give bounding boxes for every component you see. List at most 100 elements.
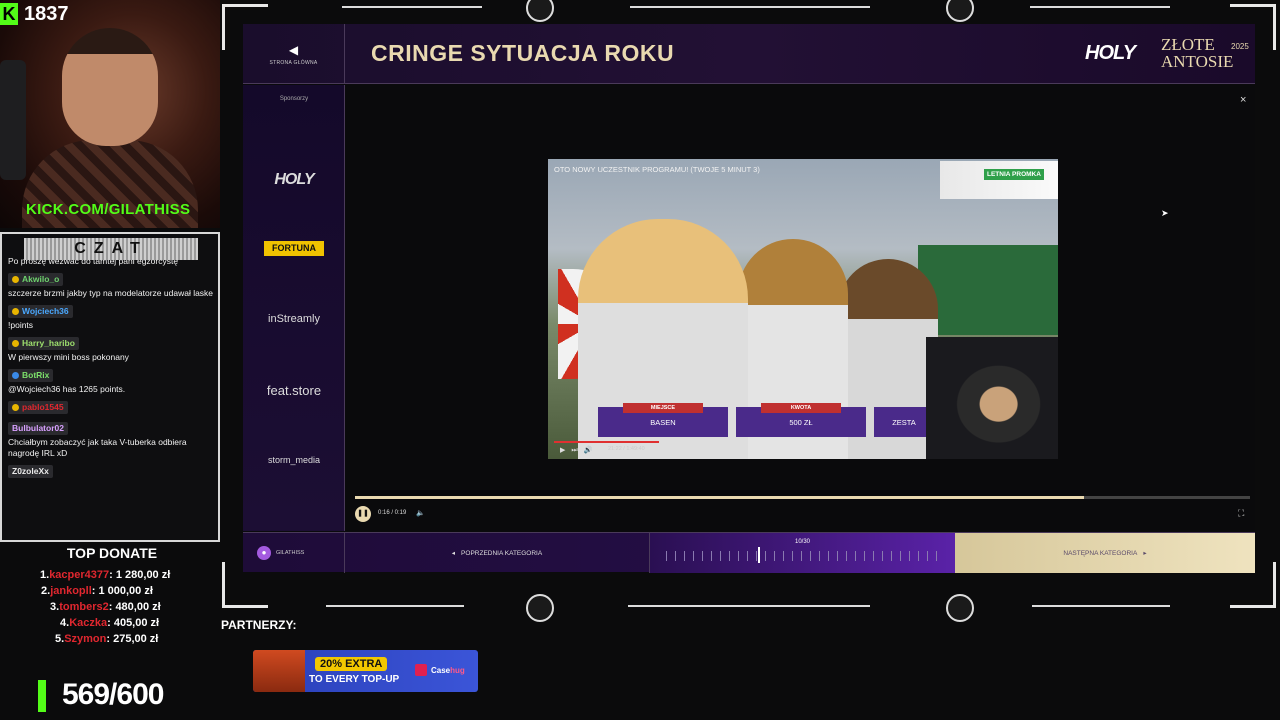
kick-url: KICK.COM/GILATHISS (26, 201, 191, 218)
sponsor-sidebar: Sponsorzy HOLY FORTUNA inStreamly feat.s… (243, 85, 345, 531)
video-info-box: KWOTA 500 ZŁ (736, 403, 866, 437)
promo-banner: LETNIA PROMKA (940, 161, 1058, 199)
reaction-webcam (926, 337, 1058, 459)
chat-username[interactable]: Harry_haribo (8, 337, 79, 350)
kick-logo-icon: K (0, 3, 18, 25)
sub-goal-counter: 569/600 (62, 678, 164, 711)
embedded-video-progress (554, 441, 659, 443)
category-tick-marker (757, 547, 760, 563)
chat-message: Harry_haribo W pierwszy mini boss pokona… (8, 337, 129, 362)
chat-message: Wojciech36 !points (8, 305, 214, 331)
sponsor-holy[interactable]: HOLY (243, 171, 345, 189)
kick-viewer-count: K 1837 (0, 2, 69, 26)
chat-username[interactable]: Bulbulator02 (8, 422, 68, 435)
volume-icon[interactable]: 🔈 (416, 509, 425, 517)
chat-message: pablo1545 (8, 401, 214, 416)
embedded-player-controls-icon: ▶⏭🔊 (560, 447, 599, 454)
partners-label: PARTNERZY: (221, 618, 297, 632)
video-info-box: ZESTA (874, 407, 934, 437)
sponsor-fortuna[interactable]: FORTUNA (264, 241, 324, 256)
holy-logo: HOLY (1085, 42, 1136, 64)
top-donate-title: TOP DONATE (66, 545, 158, 561)
streamer-head (62, 28, 158, 146)
badge-icon (12, 308, 19, 315)
chat-message: BotRix @Wojciech36 has 1265 points. (8, 369, 126, 394)
video-time: 0:16 / 0:19 (378, 510, 407, 516)
frame-line (326, 605, 464, 607)
fullscreen-icon[interactable]: ⛶ (1238, 508, 1244, 519)
extra-bonus-sub: TO EVERY TOP-UP (309, 674, 400, 685)
frame-line (342, 6, 482, 8)
video-background (918, 245, 1058, 335)
badge-icon (12, 276, 19, 283)
chat-username[interactable]: Z0zoleXx (8, 465, 53, 478)
donate-entry: 4.Kaczka: 405,00 zł (60, 617, 160, 629)
chat-panel: Po proszę wezwać do tamtej pani egzorcys… (0, 232, 220, 542)
chat-title: CZAT (24, 238, 198, 260)
category-ticks (666, 551, 941, 561)
mouse-cursor-icon: ➤ (1161, 208, 1169, 218)
previous-category-button[interactable]: ◂ POPRZEDNIA KATEGORIA (345, 533, 650, 573)
video-info-box: MIEJSCE BASEN (598, 403, 728, 437)
category-counter: 10/30 (650, 533, 955, 573)
award-logo: ZŁOTE ANTOSIE (1161, 35, 1234, 71)
viewer-count: 1837 (24, 2, 69, 25)
app-header: ◀ STRONA GŁÓWNA CRINGE SYTUACJA ROKU HOL… (243, 24, 1255, 84)
chat-username[interactable]: Akwilo_o (8, 273, 64, 286)
arrow-right-icon: ▸ (1143, 550, 1147, 557)
frame-line (630, 6, 870, 8)
user-profile[interactable]: ● GILATHISS (243, 533, 345, 573)
next-category-button[interactable]: NASTĘPNA KATEGORIA ▸ (955, 533, 1255, 573)
frame-line (628, 605, 870, 607)
pause-button[interactable]: ❚❚ (355, 506, 371, 522)
bot-badge-icon (12, 372, 19, 379)
chat-messages: Po proszę wezwać do tamtej pani egzorcys… (8, 256, 214, 486)
frame-emblem-icon (526, 594, 554, 622)
close-icon[interactable]: × (1240, 94, 1246, 106)
donate-entry: 2.jankopll: 1 000,00 zł (41, 585, 153, 597)
category-title: CRINGE SYTUACJA ROKU (371, 40, 675, 66)
donate-entry: 1.kacper4377: 1 280,00 zł (40, 569, 171, 581)
sponsor-featstore[interactable]: feat.store (243, 383, 345, 398)
sponsor-instreamly[interactable]: inStreamly (243, 313, 345, 325)
casehug-logo: Casehug (415, 664, 465, 676)
partner-banner[interactable]: 20% EXTRA TO EVERY TOP-UP Casehug (253, 650, 478, 692)
video-player[interactable]: OTO NOWY UCZESTNIK PROGRAMU! (TWOJE 5 MI… (548, 159, 1058, 459)
back-home-button[interactable]: ◀ STRONA GŁÓWNA (243, 24, 345, 84)
treasure-chest-icon (253, 650, 305, 692)
chat-message: Bulbulator02 Chciałbym zobaczyć jak taka… (8, 422, 187, 458)
frame-emblem-icon (946, 594, 974, 622)
embedded-video-time: 21:22 / 1:49:40 (608, 446, 645, 452)
streamer-webcam (0, 0, 220, 228)
award-year: 2025 (1231, 42, 1249, 51)
awards-app-window: ◀ STRONA GŁÓWNA CRINGE SYTUACJA ROKU HOL… (243, 24, 1255, 573)
donate-entry: 3.tombers2: 480,00 zł (50, 601, 161, 613)
video-caption: OTO NOWY UCZESTNIK PROGRAMU! (TWOJE 5 MI… (554, 165, 760, 174)
badge-icon (12, 404, 19, 411)
badge-icon (12, 340, 19, 347)
arrow-left-icon: ◀ (288, 42, 299, 57)
user-icon: ● (257, 546, 271, 560)
frame-line (1032, 605, 1170, 607)
chat-username[interactable]: BotRix (8, 369, 54, 382)
sponsor-storm-media[interactable]: storm_media (243, 455, 345, 465)
seek-bar-fill (355, 496, 1085, 499)
donate-list: 1.kacper4377: 1 280,00 zł 2.jankopll: 1 … (40, 567, 170, 647)
frame-emblem-icon (526, 0, 554, 22)
promo-text: LETNIA PROMKA (984, 169, 1044, 180)
video-seek-bar[interactable] (355, 496, 1250, 499)
frame-emblem-icon (946, 0, 974, 22)
casehug-icon (415, 664, 427, 676)
category-navigation: ● GILATHISS ◂ POPRZEDNIA KATEGORIA 10/30… (243, 532, 1255, 573)
chat-username[interactable]: Wojciech36 (8, 305, 73, 318)
extra-bonus: 20% EXTRA (315, 657, 388, 671)
donate-entry: 5.Szymon: 275,00 zł (55, 633, 159, 645)
microphone (0, 60, 26, 180)
frame-line (1030, 6, 1170, 8)
chat-message: Akwilo_o szczerze brzmi jakby typ na mod… (8, 273, 214, 298)
sponsors-label: Sponsorzy (279, 96, 309, 102)
arrow-left-icon: ◂ (451, 550, 456, 557)
chat-username[interactable]: pablo1545 (8, 401, 68, 414)
sub-goal-bar-icon (38, 680, 46, 712)
chat-message: Z0zoleXx (8, 465, 214, 480)
